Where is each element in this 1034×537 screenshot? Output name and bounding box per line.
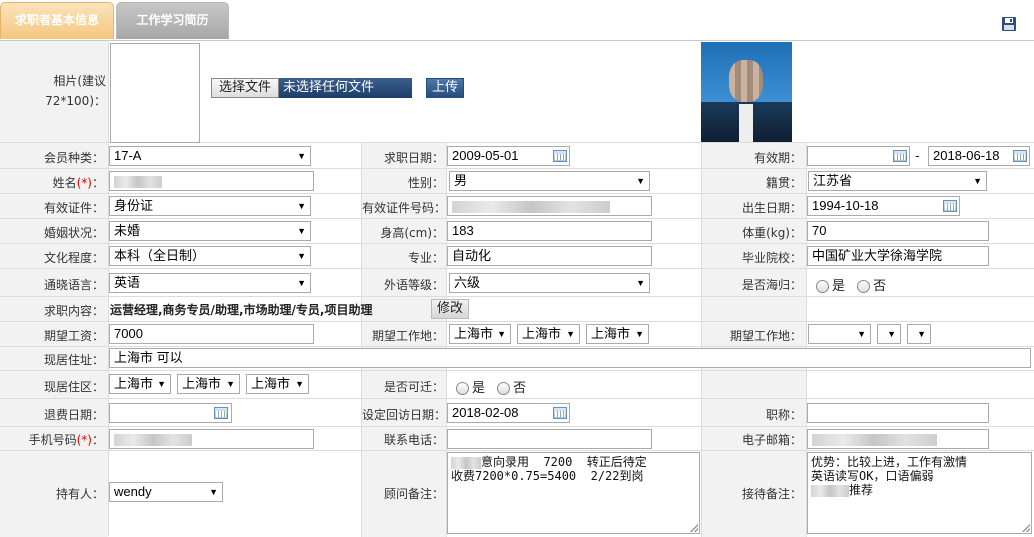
mobile-label: 手机号码(*)： [28, 433, 104, 447]
height-label: 身高(cm)： [380, 226, 444, 240]
weight-label: 体重(kg)： [742, 226, 802, 240]
weight-input[interactable]: 70 [807, 221, 989, 241]
reception-note-label: 接待备注： [741, 487, 802, 501]
edit-job-content-button[interactable]: 修改 [431, 299, 469, 319]
visit-date-label: 设定回访日期： [362, 408, 447, 422]
calendar-icon[interactable] [553, 407, 567, 419]
holder-label: 持有人： [55, 487, 104, 501]
work-place2-province-select[interactable]: ▼ [808, 324, 871, 344]
date-range-separator: - [915, 149, 920, 164]
job-content-label: 求职内容： [43, 304, 104, 318]
marital-select[interactable]: 未婚 ▼ [109, 221, 311, 241]
email-label: 电子邮箱： [741, 433, 802, 447]
calendar-icon[interactable] [943, 200, 957, 212]
id-number-label: 有效证件号码： [362, 201, 447, 215]
calendar-icon[interactable] [214, 407, 228, 419]
name-input[interactable] [109, 171, 314, 191]
job-date-input[interactable]: 2009-05-01 [447, 146, 570, 166]
work-place-district-select[interactable]: 上海市 ▼ [586, 324, 649, 344]
native-place-label: 籍贯： [765, 176, 802, 190]
upload-button[interactable]: 上传 [426, 78, 464, 98]
district-city-select[interactable]: 上海市 ▼ [177, 374, 240, 394]
member-type-label: 会员种类： [43, 151, 104, 165]
work-place2-label: 期望工作地： [729, 329, 802, 343]
birth-date-input[interactable]: 1994-10-18 [807, 196, 960, 216]
work-place-label: 期望工作地： [371, 329, 444, 343]
job-date-label: 求职日期： [383, 151, 444, 165]
gender-select[interactable]: 男 ▼ [449, 171, 650, 191]
birth-date-label: 出生日期： [741, 201, 802, 215]
work-place-city-select[interactable]: 上海市 ▼ [517, 324, 580, 344]
id-type-label: 有效证件： [43, 201, 104, 215]
choose-file-button[interactable]: 选择文件 [211, 78, 279, 98]
tab-basic-info[interactable]: 求职者基本信息 [0, 2, 114, 39]
calendar-icon[interactable] [1013, 150, 1027, 162]
valid-period-label: 有效期： [753, 151, 802, 165]
returnee-label: 是否海归： [741, 278, 802, 292]
visit-date-input[interactable]: 2018-02-08 [447, 403, 570, 423]
gender-label: 性别： [407, 176, 444, 190]
language-label: 通晓语言： [43, 278, 104, 292]
calendar-icon[interactable] [893, 150, 907, 162]
relocate-label: 是否可迁： [383, 380, 444, 394]
relocate-no-radio[interactable] [497, 382, 511, 395]
salary-input[interactable]: 7000 [109, 324, 314, 344]
save-icon[interactable] [1001, 16, 1017, 32]
language-select[interactable]: 英语 ▼ [109, 273, 311, 293]
reception-note-textarea[interactable]: 优势：比较上进，工作有激情 英语读写OK，口语偏弱 推荐 [807, 452, 1032, 534]
holder-select[interactable]: wendy ▼ [109, 482, 223, 502]
relocate-radio-group: 是 否 [456, 377, 526, 396]
email-input[interactable] [807, 429, 989, 449]
phone-label: 联系电话： [383, 433, 444, 447]
file-name-display: 未选择任何文件 [279, 78, 412, 98]
photo-label: 相片(建议72*100)： [45, 74, 106, 108]
district-province-select[interactable]: 上海市 ▼ [109, 374, 171, 394]
relocate-yes-radio[interactable] [456, 382, 469, 395]
job-title-label: 职称： [765, 408, 802, 422]
job-content-value: 运营经理,商务专员/助理,市场助理/专员,项目助理 [110, 303, 373, 317]
photo-row: 相片(建议72*100)： 选择文件 未选择任何文件 上传 [0, 41, 1034, 143]
avatar [701, 42, 792, 142]
tab-bar: 求职者基本信息 工作学习简历 [0, 0, 1034, 41]
returnee-radio-group: 是 否 [816, 275, 886, 294]
school-label: 毕业院校： [741, 251, 802, 265]
education-select[interactable]: 本科（全日制） ▼ [109, 246, 311, 266]
returnee-yes-radio[interactable] [816, 280, 829, 293]
advisor-note-label: 顾问备注： [383, 487, 444, 501]
phone-input[interactable] [447, 429, 652, 449]
major-label: 专业： [407, 251, 444, 265]
foreign-level-select[interactable]: 六级 ▼ [449, 273, 650, 293]
tab-work-history[interactable]: 工作学习简历 [116, 2, 229, 39]
native-place-select[interactable]: 江苏省 ▼ [808, 171, 987, 191]
calendar-icon[interactable] [553, 150, 567, 162]
education-label: 文化程度： [43, 251, 104, 265]
refund-date-label: 退费日期： [43, 408, 104, 422]
work-place2-district-select[interactable]: ▼ [907, 324, 931, 344]
address-label: 现居住址： [43, 353, 104, 367]
district-area-select[interactable]: 上海市 ▼ [246, 374, 309, 394]
foreign-level-label: 外语等级： [383, 278, 444, 292]
id-type-select[interactable]: 身份证 ▼ [109, 196, 311, 216]
major-input[interactable]: 自动化 [447, 246, 652, 266]
mobile-input[interactable] [109, 429, 314, 449]
height-input[interactable]: 183 [447, 221, 652, 241]
job-title-input[interactable] [807, 403, 989, 423]
name-label: 姓名(*)： [52, 176, 104, 190]
address-input[interactable]: 上海市 可以 [109, 348, 1031, 368]
work-place-province-select[interactable]: 上海市 ▼ [449, 324, 511, 344]
photo-preview-box [110, 43, 200, 143]
returnee-no-radio[interactable] [857, 280, 871, 293]
member-type-select[interactable]: 17-A ▼ [109, 146, 311, 166]
marital-label: 婚姻状况： [43, 226, 104, 240]
work-place2-city-select[interactable]: ▼ [877, 324, 901, 344]
district-label: 现居住区： [43, 380, 104, 394]
school-input[interactable]: 中国矿业大学徐海学院 [807, 246, 989, 266]
id-number-input[interactable] [447, 196, 652, 216]
advisor-note-textarea[interactable]: 意向录用 7200 转正后待定 收费7200*0.75=5400 2/22到岗 [447, 452, 700, 534]
salary-label: 期望工资： [43, 329, 104, 343]
